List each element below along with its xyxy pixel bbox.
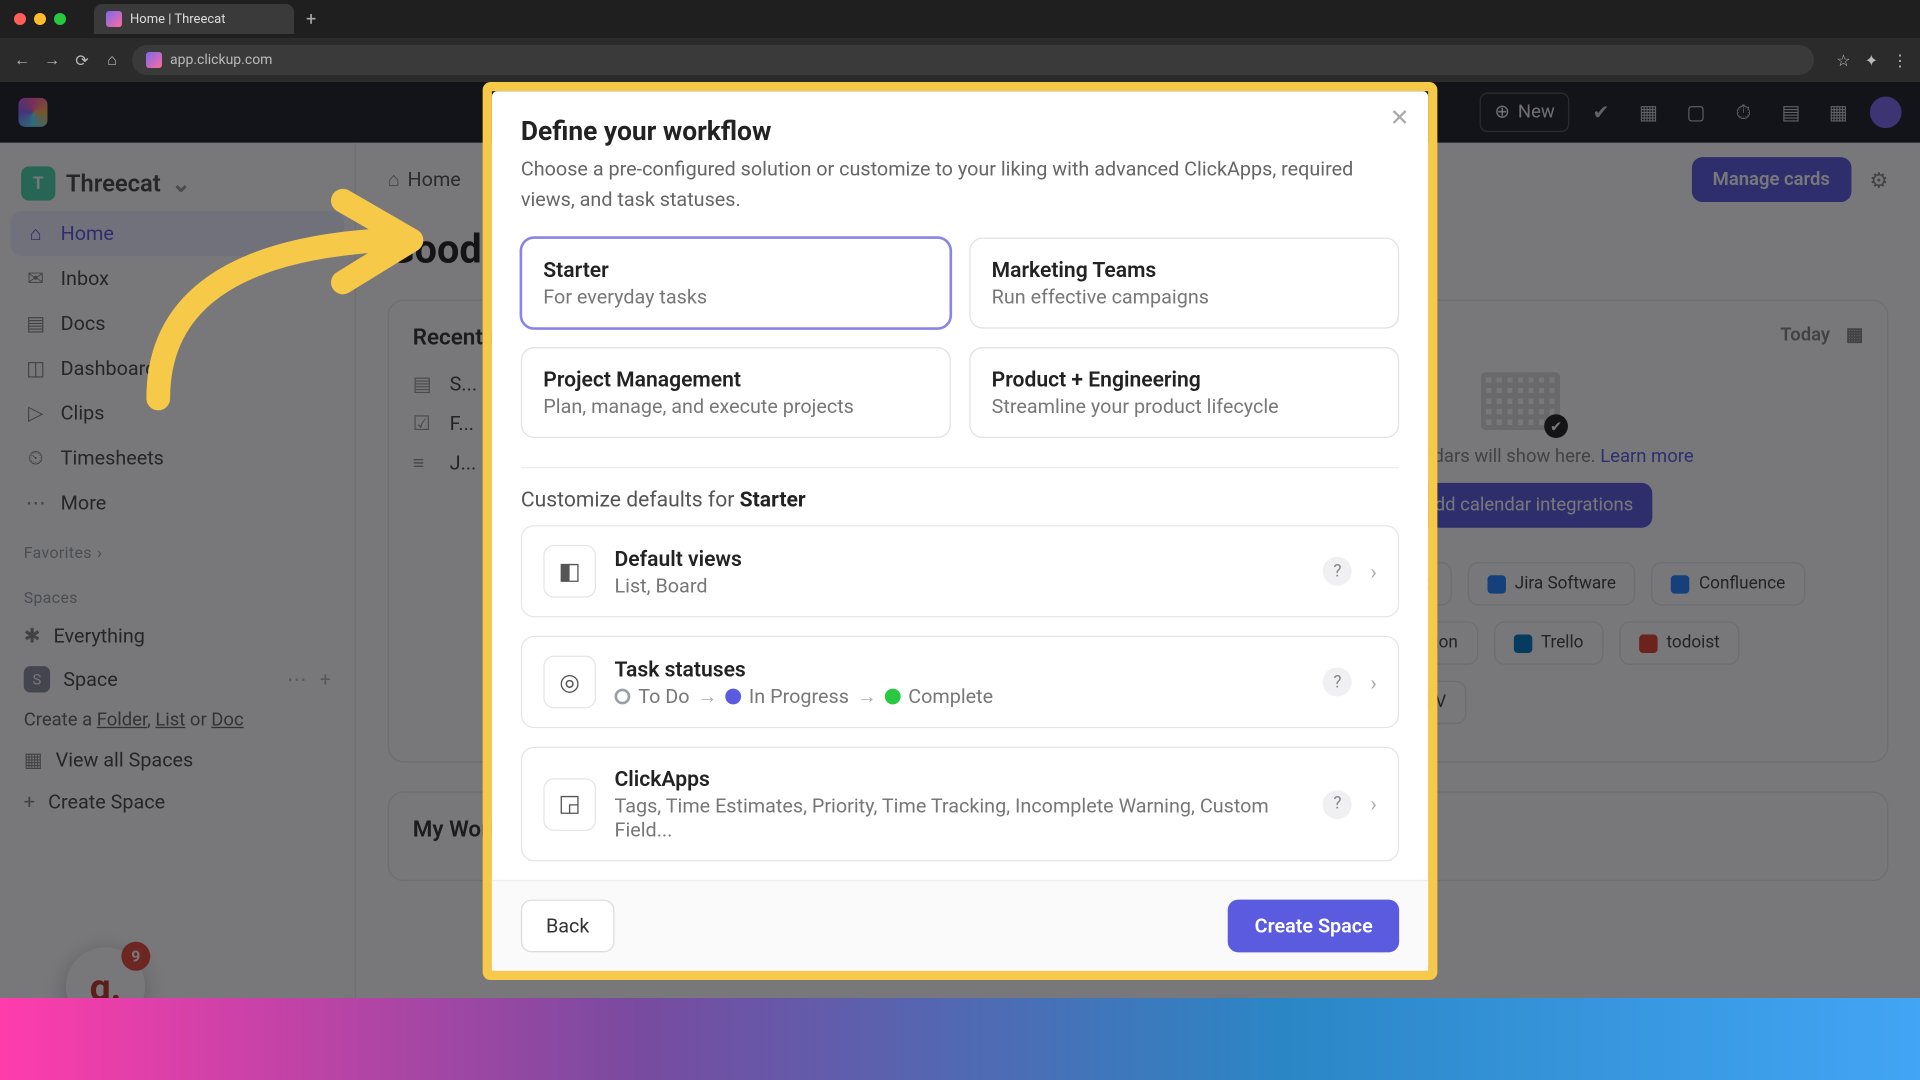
back-button[interactable]: Back xyxy=(521,900,615,953)
nav-bar: ← → ⟳ ⌂ app.clickup.com ☆ ✦ ⋮ xyxy=(0,38,1920,82)
close-icon[interactable]: ✕ xyxy=(1390,104,1410,132)
tab-bar: Home | Threecat + xyxy=(0,0,1920,38)
minimize-window-icon[interactable] xyxy=(34,13,46,25)
preset-marketing[interactable]: Marketing Teams Run effective campaigns xyxy=(969,238,1399,329)
preset-starter[interactable]: Starter For everyday tasks xyxy=(521,238,951,329)
home-icon[interactable]: ⌂ xyxy=(102,50,122,70)
help-icon[interactable]: ? xyxy=(1323,789,1352,818)
reload-icon[interactable]: ⟳ xyxy=(72,50,92,70)
new-tab-button[interactable]: + xyxy=(306,9,316,30)
define-workflow-modal: ✕ Define your workflow Choose a pre-conf… xyxy=(492,91,1428,971)
preset-product-engineering[interactable]: Product + Engineering Streamline your pr… xyxy=(969,347,1399,438)
tab-title: Home | Threecat xyxy=(130,12,225,27)
views-icon: ◧ xyxy=(543,545,596,598)
chevron-right-icon: › xyxy=(1370,559,1376,584)
status-icon: ◎ xyxy=(543,656,596,709)
favicon-icon xyxy=(106,11,122,27)
customize-label: Customize defaults for Starter xyxy=(492,487,1428,525)
url-text: app.clickup.com xyxy=(170,52,272,68)
app-surface: ⊕ New ✔ ▦ ▢ ⏱ ▤ ▦ T Threecat ⌄ xyxy=(0,82,1920,1079)
menu-icon[interactable]: ⋮ xyxy=(1892,51,1908,70)
bookmark-icon[interactable]: ☆ xyxy=(1836,51,1850,70)
browser-right-controls: ☆ ✦ ⋮ xyxy=(1836,51,1908,70)
help-icon[interactable]: ? xyxy=(1323,557,1352,586)
close-window-icon[interactable] xyxy=(14,13,26,25)
arrow-icon: → xyxy=(697,684,717,708)
browser-chrome: Home | Threecat + ← → ⟳ ⌂ app.clickup.co… xyxy=(0,0,1920,82)
status-dot-complete xyxy=(885,688,901,704)
help-icon[interactable]: ? xyxy=(1323,668,1352,697)
setting-default-views[interactable]: ◧ Default views List, Board ? › xyxy=(521,525,1399,617)
divider xyxy=(521,467,1399,468)
preset-project-management[interactable]: Project Management Plan, manage, and exe… xyxy=(521,347,951,438)
chevron-right-icon: › xyxy=(1370,791,1376,816)
create-space-button[interactable]: Create Space xyxy=(1228,900,1399,953)
forward-icon[interactable]: → xyxy=(42,50,62,70)
url-bar[interactable]: app.clickup.com xyxy=(132,45,1814,75)
maximize-window-icon[interactable] xyxy=(54,13,66,25)
bottom-gradient-bar xyxy=(0,998,1920,1080)
status-dot-inprogress xyxy=(725,688,741,704)
modal-highlight-border: ✕ Define your workflow Choose a pre-conf… xyxy=(483,82,1438,980)
modal-subtitle: Choose a pre-configured solution or cust… xyxy=(521,155,1365,214)
modal-title: Define your workflow xyxy=(521,115,1399,147)
modal-container: ✕ Define your workflow Choose a pre-conf… xyxy=(483,82,1438,980)
window-controls xyxy=(14,13,66,25)
chevron-right-icon: › xyxy=(1370,669,1376,694)
preset-grid: Starter For everyday tasks Marketing Tea… xyxy=(492,232,1428,461)
browser-tab[interactable]: Home | Threecat xyxy=(94,4,294,34)
setting-clickapps[interactable]: ◲ ClickApps Tags, Time Estimates, Priori… xyxy=(521,747,1399,862)
site-favicon-icon xyxy=(146,52,162,68)
status-dot-todo xyxy=(615,688,631,704)
status-pipeline: To Do → In Progress → Complete xyxy=(615,684,1305,708)
extensions-icon[interactable]: ✦ xyxy=(1865,51,1878,70)
modal-footer: Back Create Space xyxy=(492,880,1428,971)
setting-task-statuses[interactable]: ◎ Task statuses To Do → In Progress → xyxy=(521,636,1399,728)
clickapps-icon: ◲ xyxy=(543,778,596,831)
arrow-icon: → xyxy=(857,684,877,708)
back-icon[interactable]: ← xyxy=(12,50,32,70)
